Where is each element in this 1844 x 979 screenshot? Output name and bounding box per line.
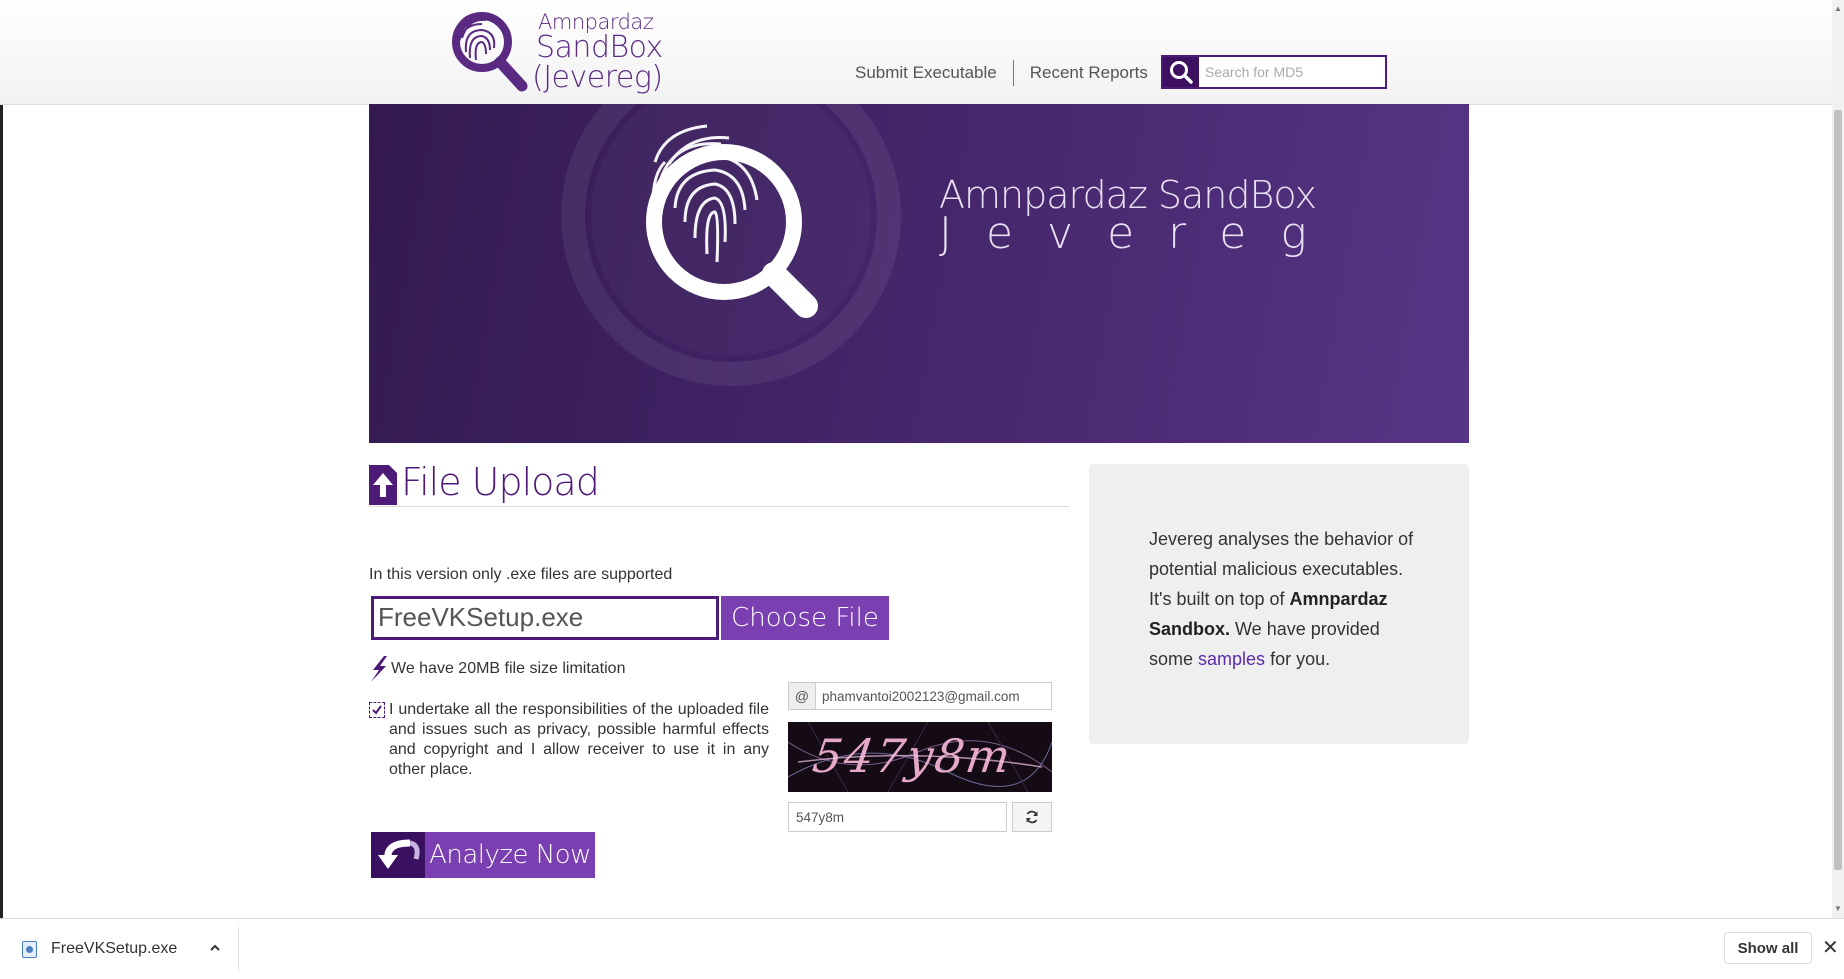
hero-banner: Amnpardaz SandBox Jevereg (369, 104, 1469, 443)
nav-divider (1012, 60, 1014, 86)
analyze-now-label: Analyze Now (425, 832, 595, 878)
selected-file-field[interactable]: FreeVKSetup.exe (371, 596, 719, 640)
upload-heading: File Upload (369, 458, 1069, 507)
terms-text: I undertake all the responsibilities of … (389, 701, 769, 778)
samples-link[interactable]: samples (1198, 649, 1265, 669)
file-icon (22, 940, 37, 958)
show-all-button[interactable]: Show all (1724, 932, 1812, 964)
captcha-image: 547y8m (787, 721, 1053, 793)
banner-title: Amnpardaz SandBox Jevereg (939, 176, 1341, 256)
email-input-group: @ (788, 682, 1052, 710)
terms-checkbox[interactable] (369, 702, 385, 718)
download-bar: FreeVKSetup.exe Show all ✕ (0, 918, 1844, 979)
md5-search-input[interactable] (1203, 57, 1383, 87)
logo-line-3: (Jevereg) (532, 60, 663, 95)
download-file-name: FreeVKSetup.exe (51, 940, 178, 957)
banner-title-line-2: Jevereg (939, 208, 1341, 259)
chevron-up-icon[interactable] (208, 941, 222, 955)
download-item[interactable]: FreeVKSetup.exe (22, 919, 177, 979)
info-text: Jevereg analyses the behavior of potenti… (1149, 524, 1419, 674)
captcha-refresh-button[interactable] (1012, 802, 1052, 832)
close-icon[interactable]: ✕ (1822, 937, 1839, 959)
size-limit-note: We have 20MB file size limitation (369, 656, 625, 682)
email-field[interactable] (816, 683, 1051, 709)
lightning-icon (371, 656, 387, 682)
upload-arrow-icon (369, 465, 397, 505)
nav-recent-reports[interactable]: Recent Reports (1030, 63, 1148, 83)
terms-agreement: I undertake all the responsibilities of … (369, 700, 769, 780)
logo-wordmark[interactable]: Amnpardaz SandBox (Jevereg) (532, 12, 672, 93)
banner-magnifier-graphic (561, 104, 901, 386)
download-divider (238, 927, 239, 971)
scroll-down-arrow-icon[interactable]: ▼ (1834, 904, 1842, 913)
page-scrollbar[interactable]: ▲ ▼ (1832, 0, 1844, 918)
choose-file-button[interactable]: Choose File (721, 596, 889, 640)
fingerprint-magnifier-logo-icon[interactable] (448, 8, 532, 94)
search-icon (1170, 61, 1193, 84)
info-text-end: for you. (1265, 649, 1331, 669)
scroll-up-arrow-icon[interactable]: ▲ (1834, 4, 1842, 13)
curved-arrow-icon (371, 832, 425, 878)
page-title: File Upload (401, 460, 600, 504)
site-header: Amnpardaz SandBox (Jevereg) Submit Execu… (0, 0, 1832, 105)
refresh-icon (1026, 810, 1038, 824)
checkmark-icon (372, 705, 382, 715)
supported-files-note: In this version only .exe files are supp… (369, 566, 673, 583)
at-sign-addon: @ (789, 683, 816, 709)
window-edge (0, 0, 3, 918)
size-limit-text: We have 20MB file size limitation (391, 660, 626, 677)
main-nav: Submit Executable Recent Reports (855, 60, 1148, 86)
nav-submit-executable[interactable]: Submit Executable (855, 63, 997, 83)
search-button[interactable] (1163, 57, 1199, 87)
logo-line-2: SandBox (536, 30, 663, 65)
md5-search-box (1161, 55, 1387, 89)
scrollbar-thumb[interactable] (1834, 110, 1842, 870)
captcha-input[interactable] (788, 802, 1007, 832)
analyze-now-button[interactable]: Analyze Now (371, 832, 595, 878)
info-panel: Jevereg analyses the behavior of potenti… (1089, 464, 1469, 744)
